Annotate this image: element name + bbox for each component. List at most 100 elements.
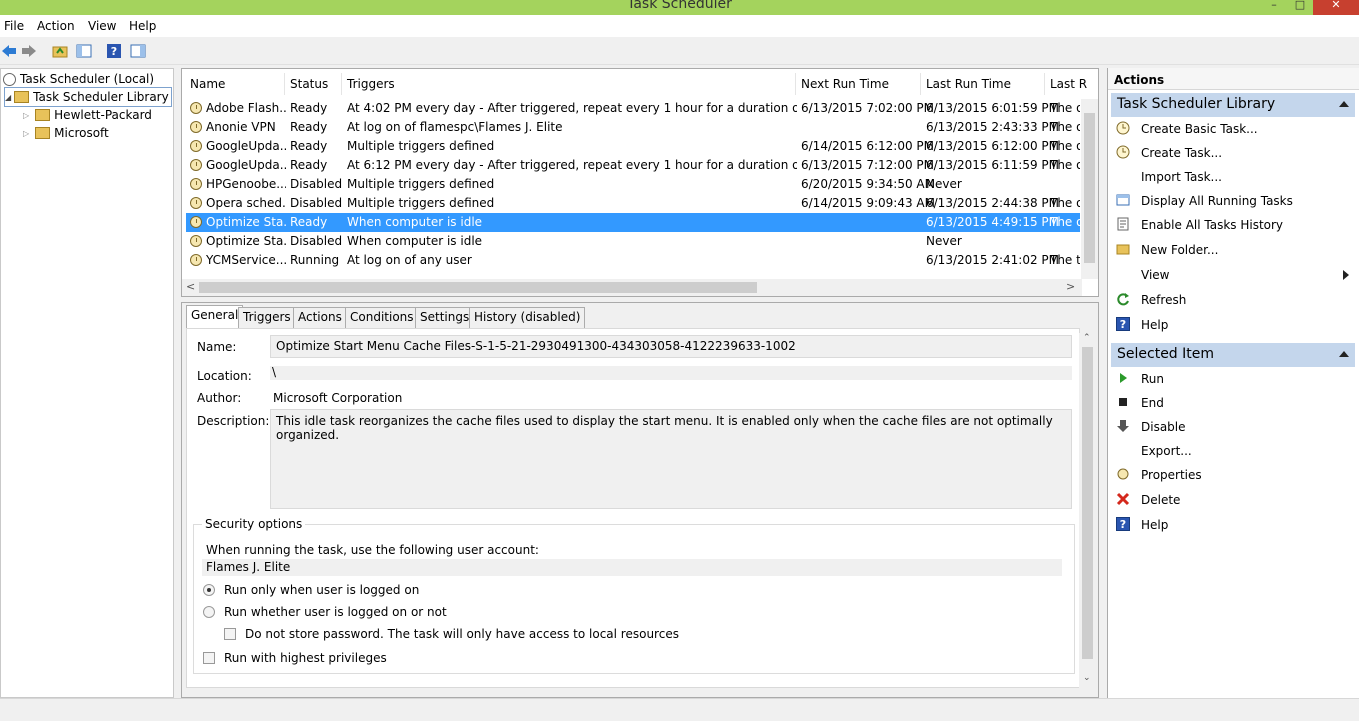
action-enable-tasks-history[interactable]: Enable All Tasks History: [1111, 214, 1355, 236]
task-status: Disabled: [290, 196, 343, 210]
show-hide-console-tree-icon[interactable]: [75, 42, 93, 60]
scroll-thumb[interactable]: [199, 282, 757, 293]
tab-general[interactable]: General: [186, 305, 244, 329]
help-icon[interactable]: ?: [105, 42, 123, 60]
table-row[interactable]: Opera sched... Disabled Multiple trigger…: [186, 194, 1080, 213]
scroll-thumb[interactable]: [1082, 347, 1093, 659]
action-help-library[interactable]: ? Help: [1111, 314, 1355, 336]
task-list-horizontal-scrollbar[interactable]: < >: [182, 279, 1082, 296]
refresh-icon: [1116, 292, 1130, 306]
table-row[interactable]: YCMService... Running At log on of any u…: [186, 251, 1080, 270]
maximize-button[interactable]: □: [1287, 0, 1313, 15]
section-selected-item[interactable]: Selected Item: [1111, 343, 1355, 367]
collapse-icon[interactable]: [1339, 351, 1349, 357]
action-disable[interactable]: Disable: [1111, 416, 1355, 438]
column-header-triggers[interactable]: Triggers: [347, 77, 395, 91]
column-divider[interactable]: [1044, 73, 1045, 95]
do-not-store-password-label[interactable]: Do not store password. The task will onl…: [245, 627, 679, 641]
task-list-vertical-scrollbar[interactable]: [1081, 99, 1098, 279]
task-triggers: At log on of flamespc\Flames J. Elite: [347, 120, 563, 134]
tab-triggers[interactable]: Triggers: [238, 307, 296, 328]
task-next-run: 6/13/2015 7:12:00 PM: [801, 158, 935, 172]
column-divider[interactable]: [920, 73, 921, 95]
table-row[interactable]: Anonie VPN Ready At log on of flamespc\F…: [186, 118, 1080, 137]
column-divider[interactable]: [795, 73, 796, 95]
action-refresh[interactable]: Refresh: [1111, 289, 1355, 311]
tab-history[interactable]: History (disabled): [469, 307, 586, 328]
back-arrow-icon[interactable]: [0, 42, 18, 60]
minimize-button[interactable]: –: [1261, 0, 1287, 15]
collapse-icon[interactable]: [1339, 101, 1349, 107]
tree-item-task-scheduler-library[interactable]: ◢ Task Scheduler Library: [4, 87, 172, 107]
expanded-triangle-icon: ◢: [5, 92, 12, 102]
run-whether-logged-on-radio[interactable]: [203, 606, 215, 618]
run-only-logged-on-label[interactable]: Run only when user is logged on: [224, 583, 419, 597]
action-view[interactable]: View: [1111, 264, 1355, 286]
menu-help[interactable]: Help: [129, 19, 156, 33]
tab-conditions[interactable]: Conditions: [345, 307, 419, 328]
menu-action[interactable]: Action: [37, 19, 75, 33]
close-button[interactable]: ✕: [1313, 0, 1359, 15]
tree-item-microsoft[interactable]: ▷ Microsoft: [23, 124, 109, 142]
action-create-task[interactable]: Create Task...: [1111, 142, 1355, 164]
actions-title: Actions: [1108, 68, 1359, 90]
menu-view[interactable]: View: [88, 19, 116, 33]
name-field[interactable]: Optimize Start Menu Cache Files-S-1-5-21…: [270, 335, 1072, 358]
run-highest-privileges-checkbox[interactable]: [203, 652, 215, 664]
action-new-folder[interactable]: New Folder...: [1111, 239, 1355, 261]
detail-vertical-scrollbar[interactable]: ⌃ ⌄: [1079, 333, 1096, 689]
up-folder-icon[interactable]: [51, 42, 69, 60]
run-only-logged-on-radio[interactable]: [203, 584, 215, 596]
action-export[interactable]: Export...: [1111, 440, 1355, 462]
action-delete[interactable]: Delete: [1111, 489, 1355, 511]
task-triggers: At 4:02 PM every day - After triggered, …: [347, 101, 797, 115]
table-row[interactable]: Optimize Sta... Disabled When computer i…: [186, 232, 1080, 251]
column-header-next-run-time[interactable]: Next Run Time: [801, 77, 889, 91]
run-whether-logged-on-label[interactable]: Run whether user is logged on or not: [224, 605, 447, 619]
location-field[interactable]: \: [270, 366, 1072, 380]
tab-settings[interactable]: Settings: [415, 307, 475, 328]
section-task-scheduler-library[interactable]: Task Scheduler Library: [1111, 93, 1355, 117]
table-row-selected[interactable]: Optimize Sta... Ready When computer is i…: [186, 213, 1080, 232]
action-help-selected[interactable]: ? Help: [1111, 514, 1355, 536]
column-header-last-result[interactable]: Last R: [1050, 77, 1087, 91]
task-status: Ready: [290, 158, 328, 172]
action-run[interactable]: Run: [1111, 368, 1355, 390]
folder-icon: [35, 127, 51, 139]
scroll-up-icon[interactable]: ⌃: [1083, 333, 1091, 343]
task-next-run: 6/14/2015 9:09:43 AM: [801, 196, 935, 210]
tree-item-hewlett-packard[interactable]: ▷ Hewlett-Packard: [23, 106, 152, 124]
do-not-store-password-checkbox[interactable]: [224, 628, 236, 640]
show-hide-action-pane-icon[interactable]: [129, 42, 147, 60]
table-row[interactable]: HPGenoobe... Disabled Multiple triggers …: [186, 175, 1080, 194]
scroll-thumb[interactable]: [1084, 113, 1095, 263]
action-create-basic-task[interactable]: Create Basic Task...: [1111, 118, 1355, 140]
action-display-running-tasks[interactable]: Display All Running Tasks: [1111, 190, 1355, 212]
task-status: Ready: [290, 139, 328, 153]
action-end[interactable]: End: [1111, 392, 1355, 414]
menu-file[interactable]: File: [4, 19, 24, 33]
column-divider[interactable]: [341, 73, 342, 95]
column-header-name[interactable]: Name: [190, 77, 225, 91]
table-row[interactable]: Adobe Flash... Ready At 4:02 PM every da…: [186, 99, 1080, 118]
forward-arrow-icon[interactable]: [20, 42, 38, 60]
column-header-last-run-time[interactable]: Last Run Time: [926, 77, 1011, 91]
table-row[interactable]: GoogleUpda... Ready At 6:12 PM every day…: [186, 156, 1080, 175]
scroll-left-icon[interactable]: <: [186, 280, 195, 293]
task-last-run: 6/13/2015 4:49:15 PM: [926, 215, 1060, 229]
scroll-down-icon[interactable]: ⌄: [1083, 673, 1091, 683]
tab-actions[interactable]: Actions: [293, 307, 347, 328]
task-last-result: The o: [1050, 196, 1080, 210]
column-divider[interactable]: [284, 73, 285, 95]
scroll-right-icon[interactable]: >: [1066, 280, 1075, 293]
description-field[interactable]: This idle task reorganizes the cache fil…: [270, 409, 1072, 509]
action-properties[interactable]: Properties: [1111, 464, 1355, 486]
run-highest-privileges-label[interactable]: Run with highest privileges: [224, 651, 387, 665]
actions-pane: Actions Task Scheduler Library Create Ba…: [1107, 68, 1359, 698]
task-last-result: The o: [1050, 215, 1080, 229]
action-import-task[interactable]: Import Task...: [1111, 166, 1355, 188]
task-next-run: 6/14/2015 6:12:00 PM: [801, 139, 935, 153]
tree-item-task-scheduler-local[interactable]: Task Scheduler (Local): [3, 70, 154, 88]
table-row[interactable]: GoogleUpda... Ready Multiple triggers de…: [186, 137, 1080, 156]
column-header-status[interactable]: Status: [290, 77, 328, 91]
